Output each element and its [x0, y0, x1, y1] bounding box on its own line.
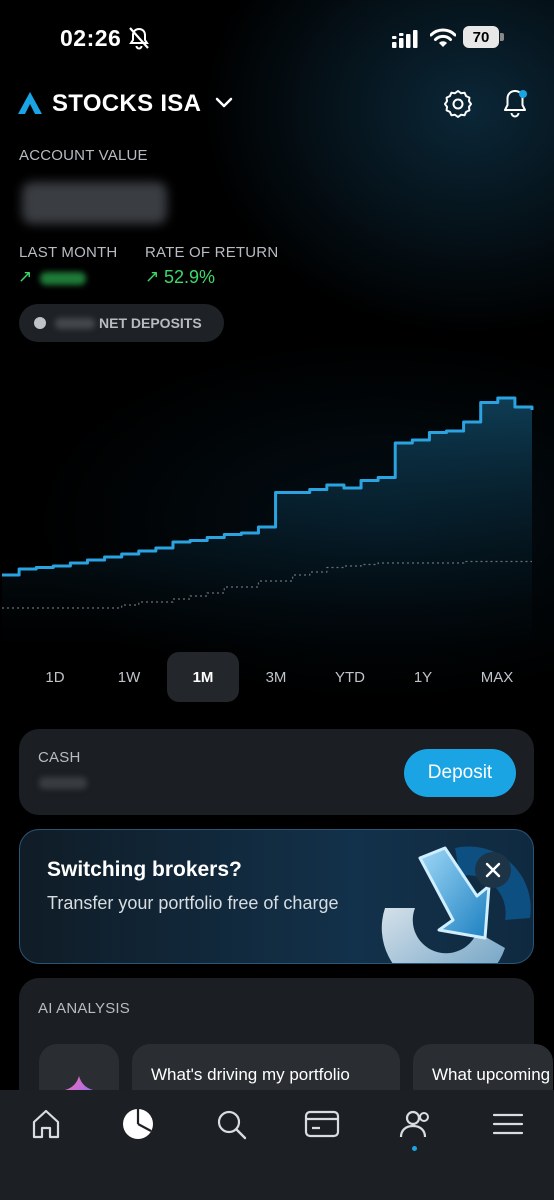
transfer-promo-banner[interactable]: Switching brokers? Transfer your portfol… — [19, 829, 534, 964]
portfolio-icon[interactable] — [120, 1106, 156, 1142]
chart-area-fill — [2, 398, 532, 650]
account-value-hidden — [22, 182, 167, 224]
search-icon[interactable] — [213, 1106, 249, 1142]
community-icon[interactable] — [397, 1106, 433, 1142]
brand-logo-icon — [18, 92, 42, 114]
settings-gear-icon[interactable] — [442, 88, 474, 120]
deposit-button[interactable]: Deposit — [404, 749, 516, 797]
timeframe-1m[interactable]: 1M — [167, 652, 239, 702]
timeframe-ytd[interactable]: YTD — [314, 652, 386, 702]
net-deposits-toggle[interactable]: NET DEPOSITS — [19, 304, 224, 342]
account-selector[interactable]: STOCKS ISA — [52, 90, 201, 118]
notifications-bell-icon[interactable] — [499, 86, 531, 120]
cash-value-hidden — [39, 777, 87, 789]
home-icon[interactable] — [28, 1106, 64, 1142]
timeframe-1y[interactable]: 1Y — [387, 652, 459, 702]
silent-mode-icon — [129, 27, 149, 50]
trend-up-icon: ↗ — [18, 267, 33, 286]
menu-icon[interactable] — [490, 1106, 526, 1142]
trend-up-icon: ↗ — [145, 267, 160, 286]
rate-of-return-value: 52.9% — [164, 267, 216, 287]
bottom-navigation — [0, 1090, 554, 1200]
ai-analysis-label: AI ANALYSIS — [38, 1000, 130, 1017]
cellular-signal-icon — [392, 30, 418, 48]
timeframe-1d[interactable]: 1D — [19, 652, 91, 702]
portfolio-chart[interactable] — [0, 380, 554, 650]
rate-of-return-label: RATE OF RETURN — [145, 244, 279, 261]
net-deposits-label: NET DEPOSITS — [99, 315, 202, 331]
promo-title: Switching brokers? — [47, 858, 242, 881]
net-deposits-value-hidden — [55, 318, 95, 329]
wifi-icon — [430, 28, 456, 47]
promo-subtitle: Transfer your portfolio free of charge — [47, 893, 339, 913]
battery-level: 70 — [463, 26, 499, 48]
close-promo-button[interactable] — [475, 852, 511, 888]
chevron-down-icon[interactable] — [214, 96, 234, 110]
close-icon — [485, 862, 501, 878]
cash-label: CASH — [38, 749, 81, 766]
timeframe-1w[interactable]: 1W — [93, 652, 165, 702]
legend-dot — [34, 317, 46, 329]
timeframe-max[interactable]: MAX — [461, 652, 533, 702]
community-notification-dot — [412, 1146, 417, 1151]
account-value-label: ACCOUNT VALUE — [19, 147, 148, 164]
last-month-value-hidden — [40, 272, 86, 285]
timeframe-3m[interactable]: 3M — [240, 652, 312, 702]
status-time: 02:26 — [60, 25, 122, 51]
card-icon[interactable] — [304, 1106, 340, 1142]
battery-tip — [500, 33, 504, 41]
battery-icon: 70 — [463, 26, 505, 48]
last-month-label: LAST MONTH — [19, 244, 118, 261]
cash-card: CASH Deposit — [19, 729, 534, 815]
